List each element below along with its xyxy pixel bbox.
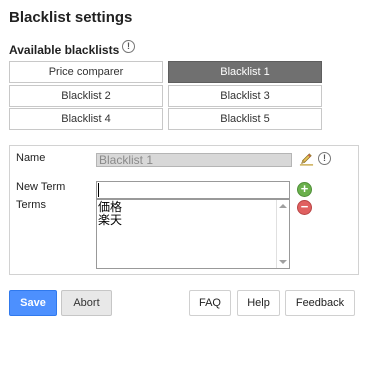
abort-button[interactable]: Abort [61, 290, 112, 316]
terms-label: Terms [16, 199, 46, 211]
scroll-up-icon[interactable] [279, 204, 287, 208]
available-blacklists-heading: Available blacklists ! [9, 40, 135, 57]
page-title: Blacklist settings [9, 9, 133, 26]
text-caret [98, 183, 99, 197]
help-button[interactable]: Help [237, 290, 280, 316]
blacklist-button-price-comparer[interactable]: Price comparer [9, 61, 163, 83]
available-blacklists-label: Available blacklists [9, 43, 120, 57]
blacklist-button-blacklist-4[interactable]: Blacklist 4 [9, 108, 163, 130]
name-field[interactable] [96, 153, 292, 167]
scrollbar[interactable] [276, 200, 289, 268]
terms-list[interactable]: 価格 楽天 [96, 199, 290, 269]
save-button[interactable]: Save [9, 290, 57, 316]
pencil-icon[interactable] [299, 152, 314, 167]
add-term-icon[interactable]: + [297, 182, 312, 197]
info-icon[interactable]: ! [122, 40, 135, 53]
new-term-field[interactable] [96, 181, 290, 199]
faq-button[interactable]: FAQ [189, 290, 231, 316]
scroll-down-icon[interactable] [279, 260, 287, 264]
blacklist-button-blacklist-3[interactable]: Blacklist 3 [168, 85, 322, 107]
remove-term-icon[interactable]: − [297, 200, 312, 215]
blacklist-edit-panel: Name ! New Term + Terms 価格 楽天 − [9, 145, 359, 275]
name-label: Name [16, 152, 46, 164]
name-info-icon[interactable]: ! [318, 152, 331, 165]
blacklist-button-blacklist-1[interactable]: Blacklist 1 [168, 61, 322, 83]
list-item[interactable]: 楽天 [98, 214, 122, 227]
new-term-label: New Term [16, 181, 66, 193]
feedback-button[interactable]: Feedback [285, 290, 355, 316]
blacklist-button-blacklist-2[interactable]: Blacklist 2 [9, 85, 163, 107]
blacklist-button-blacklist-5[interactable]: Blacklist 5 [168, 108, 322, 130]
